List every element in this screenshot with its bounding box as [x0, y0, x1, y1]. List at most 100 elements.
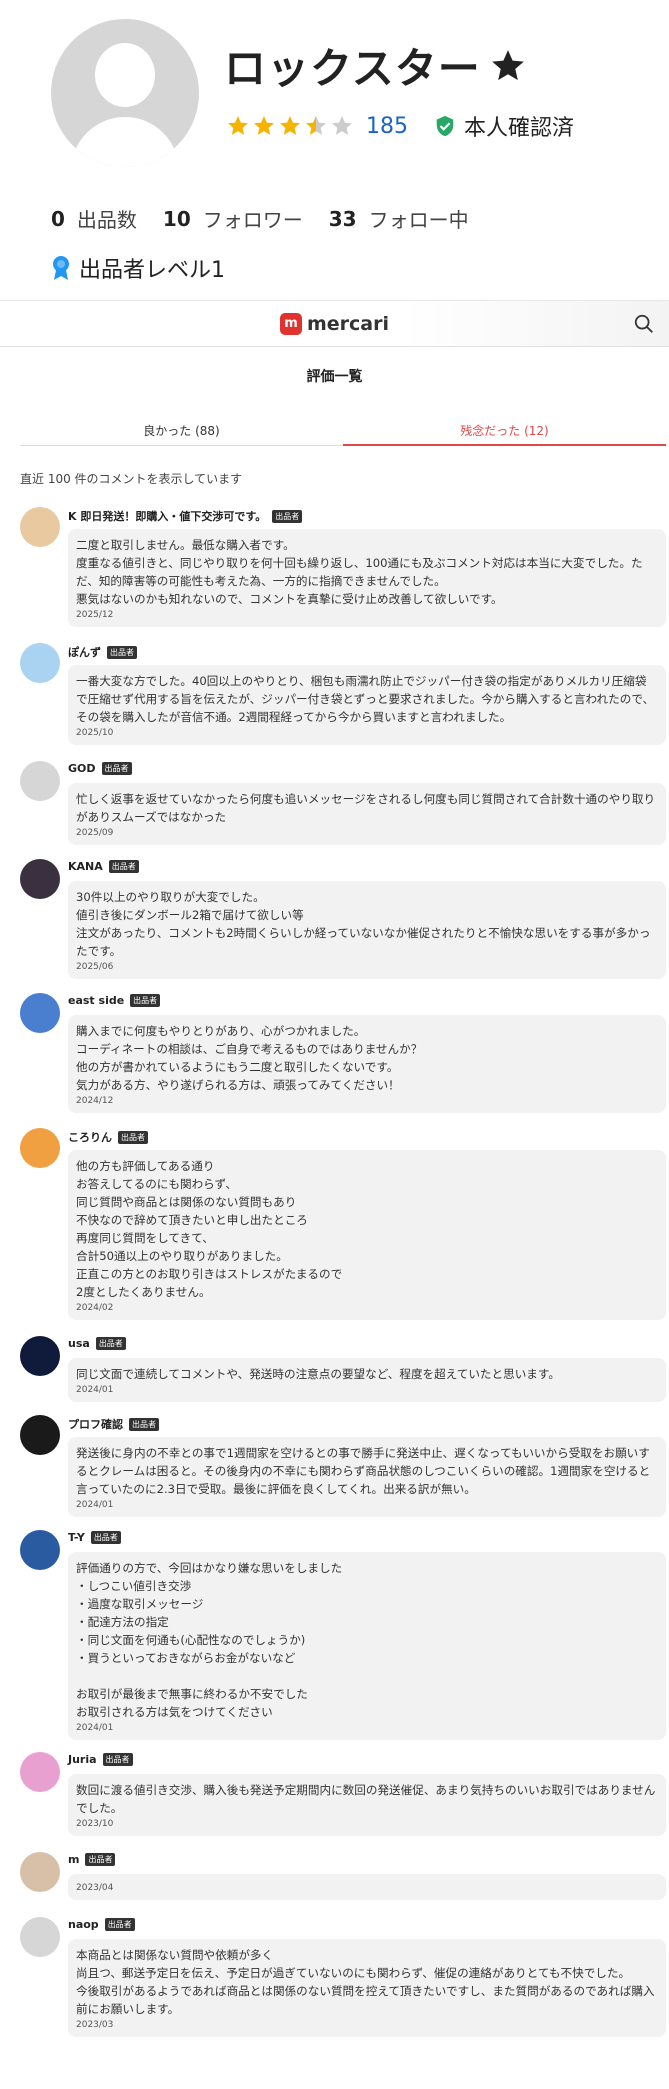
review-text: 30件以上のやり取りが大変でした。 値引き後にダンボール2箱で届けて欲しい等 注…: [76, 890, 651, 958]
reviewer-avatar[interactable]: [20, 1128, 60, 1168]
reviewer-name[interactable]: ころりん: [68, 1129, 112, 1145]
rating-stars: [226, 114, 354, 138]
reviewer-name[interactable]: Juria: [68, 1753, 97, 1766]
review-date: 2023/04: [76, 1883, 114, 1893]
profile-name-row: ロックスター: [224, 35, 527, 96]
page-title: 評価一覧: [306, 369, 363, 385]
following-label[interactable]: フォロー中: [369, 204, 469, 233]
review-date: 2023/10: [76, 1819, 114, 1829]
follower-label[interactable]: フォロワー: [203, 204, 303, 233]
reviewer-name[interactable]: ぽんず: [68, 644, 101, 660]
review-bubble: 評価通りの方で、今回はかなり嫌な思いをしました ・しつこい値引き交渉 ・過度な取…: [68, 1552, 666, 1740]
seller-badge: 出品者: [129, 1417, 159, 1431]
star-icon[interactable]: [489, 47, 527, 85]
seller-badge: 出品者: [95, 1337, 126, 1350]
rating-row[interactable]: 185 本人確認済: [226, 110, 574, 142]
reviewer-name[interactable]: KANA: [68, 860, 103, 873]
review-tabs: 良かった (88) 残念だった (12): [20, 416, 666, 446]
rating-star-icon: [280, 116, 300, 135]
reviewer-avatar[interactable]: [20, 1752, 60, 1792]
seller-badge: 出品者: [85, 1853, 116, 1866]
reviewer-name-row[interactable]: KANA 出品者: [68, 860, 139, 873]
mercari-header: m mercari: [0, 301, 669, 347]
review-date: 2023/03: [76, 2020, 114, 2030]
reviewer-name[interactable]: K 即日発送！即購入・値下交渉可です。: [68, 508, 266, 524]
review-date: 2024/01: [76, 1500, 114, 1510]
reviewer-avatar[interactable]: [20, 993, 60, 1033]
mercari-logo-mark: m: [279, 312, 302, 335]
reviewer-name-row[interactable]: naop 出品者: [68, 1918, 135, 1931]
seller-badge: 出品者: [108, 860, 139, 873]
rating-star-icon: [332, 116, 352, 135]
review-date: 2025/10: [76, 728, 114, 738]
reviewer-avatar[interactable]: [20, 507, 60, 547]
review-text: 忙しく返事を返せていなかったら何度も追いメッセージをされるし何度も同じ質問されて…: [76, 792, 656, 824]
review-bubble: 他の方も評価してある通り お答えしてるのにも関わらず、 同じ質問や商品とは関係の…: [68, 1150, 666, 1320]
reviewer-name-row[interactable]: プロフ確認 出品者: [68, 1416, 159, 1432]
reviewer-name[interactable]: usa: [68, 1337, 90, 1350]
review-text: 数回に渡る値引き交渉、購入後も発送予定期間内に数回の発送催促、あまり気持ちのいい…: [76, 1783, 656, 1815]
reviewer-avatar[interactable]: [20, 1415, 60, 1455]
review-text: 一番大変な方でした。40回以上のやりとり、梱包も雨濡れ防止でジッパー付き袋の指定…: [76, 674, 655, 724]
rating-star-icon: [254, 116, 274, 135]
review-count[interactable]: 185: [366, 114, 408, 139]
reviewer-avatar[interactable]: [20, 643, 60, 683]
reviewer-name-row[interactable]: ぽんず 出品者: [68, 644, 137, 660]
tab-bad[interactable]: 残念だった (12): [343, 416, 666, 446]
review-bubble: 忙しく返事を返せていなかったら何度も追いメッセージをされるし何度も同じ質問されて…: [68, 783, 666, 845]
reviewer-name-row[interactable]: ころりん 出品者: [68, 1129, 148, 1145]
review-bubble: 2023/04: [68, 1874, 666, 1900]
seller-badge: 出品者: [102, 1753, 133, 1766]
medal-icon: [53, 256, 69, 280]
reviewer-avatar[interactable]: [20, 1852, 60, 1892]
reviewer-name-row[interactable]: Juria 出品者: [68, 1753, 133, 1766]
review-bubble: 二度と取引しません。最低な購入者です。 度重なる値引きと、同じやり取りを何十回も…: [68, 529, 666, 627]
seller-badge: 出品者: [104, 1918, 135, 1931]
reviewer-name-row[interactable]: usa 出品者: [68, 1337, 126, 1350]
reviewer-avatar[interactable]: [20, 1336, 60, 1376]
review-bubble: 一番大変な方でした。40回以上のやりとり、梱包も雨濡れ防止でジッパー付き袋の指定…: [68, 665, 666, 745]
page: ロックスター 185 本人確認済 0 出品数 10 フォロワー 33 フォロー中…: [0, 0, 669, 2089]
review-text: 評価通りの方で、今回はかなり嫌な思いをしました ・しつこい値引き交渉 ・過度な取…: [76, 1561, 343, 1719]
seller-badge: 出品者: [101, 762, 132, 775]
review-date: 2024/01: [76, 1723, 114, 1733]
review-text: 発送後に身内の不幸との事で1週間家を空けるとの事で勝手に発送中止、遅くなってもい…: [76, 1446, 651, 1496]
seller-badge: 出品者: [272, 509, 303, 523]
reviewer-name[interactable]: east side: [68, 994, 124, 1007]
reviewer-name-row[interactable]: T-Y 出品者: [68, 1531, 121, 1544]
review-date: 2025/06: [76, 962, 114, 972]
review-bubble: 同じ文面で連続してコメントや、発送時の注意点の要望など、程度を超えていたと思いま…: [68, 1358, 666, 1402]
comment-note: 直近 100 件のコメントを表示しています: [20, 472, 243, 486]
follower-count[interactable]: 10: [163, 207, 191, 231]
reviewer-name-row[interactable]: m 出品者: [68, 1853, 116, 1866]
listing-count: 0: [51, 206, 65, 231]
following-count[interactable]: 33: [329, 207, 357, 231]
tab-good[interactable]: 良かった (88): [20, 416, 343, 446]
review-date: 2024/12: [76, 1096, 114, 1106]
reviewer-avatar[interactable]: [20, 1917, 60, 1957]
seller-badge: 出品者: [107, 645, 137, 659]
reviewer-avatar[interactable]: [20, 761, 60, 801]
rating-star-icon: [306, 116, 326, 135]
reviewer-name[interactable]: プロフ確認: [68, 1416, 123, 1432]
reviewer-name-row[interactable]: GOD 出品者: [68, 762, 132, 775]
review-text: 同じ文面で連続してコメントや、発送時の注意点の要望など、程度を超えていたと思いま…: [76, 1367, 560, 1381]
reviewer-name[interactable]: T-Y: [68, 1531, 85, 1544]
reviewer-avatar[interactable]: [20, 859, 60, 899]
reviewer-name[interactable]: GOD: [68, 762, 96, 775]
shield-check-icon: [436, 115, 454, 137]
rating-star-icon: [228, 116, 248, 135]
seller-level[interactable]: 出品者レベル1: [51, 252, 225, 284]
reviewer-name-row[interactable]: K 即日発送！即購入・値下交渉可です。 出品者: [68, 508, 303, 524]
reviewer-name-row[interactable]: east side 出品者: [68, 994, 161, 1007]
mercari-logo[interactable]: m mercari: [279, 312, 389, 335]
search-icon[interactable]: [633, 313, 655, 335]
review-date: 2025/12: [76, 610, 114, 620]
review-bubble: 30件以上のやり取りが大変でした。 値引き後にダンボール2箱で届けて欲しい等 注…: [68, 881, 666, 979]
review-text: 他の方も評価してある通り お答えしてるのにも関わらず、 同じ質問や商品とは関係の…: [76, 1159, 343, 1299]
reviewer-avatar[interactable]: [20, 1530, 60, 1570]
reviewer-name[interactable]: m: [68, 1853, 79, 1866]
reviewer-name[interactable]: naop: [68, 1918, 99, 1931]
review-date: 2024/02: [76, 1303, 114, 1313]
profile-stats: 0 出品数 10 フォロワー 33 フォロー中: [51, 204, 495, 233]
